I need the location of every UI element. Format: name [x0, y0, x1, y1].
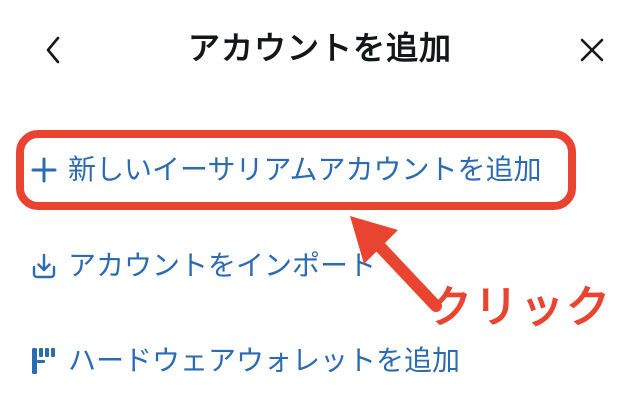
add-account-screen: アカウントを追加 新しいイーサリアムアカウントを追加 アカウントをインポート ハ…	[0, 0, 640, 420]
plus-icon	[31, 157, 57, 183]
add-new-ethereum-account-button[interactable]: 新しいイーサリアムアカウントを追加	[28, 144, 541, 196]
add-hardware-wallet-label: ハードウェアウォレットを追加	[68, 344, 461, 377]
page-title: アカウントを追加	[187, 29, 452, 67]
import-account-label: アカウントをインポート	[68, 249, 377, 282]
download-icon	[32, 253, 56, 279]
add-hardware-wallet-button[interactable]: ハードウェアウォレットを追加	[28, 335, 460, 387]
import-account-button[interactable]: アカウントをインポート	[28, 240, 376, 292]
click-annotation: クリック	[428, 282, 612, 333]
header: アカウントを追加	[0, 0, 640, 100]
hardware-wallet-icon	[32, 348, 55, 374]
add-new-ethereum-account-label: 新しいイーサリアムアカウントを追加	[68, 153, 542, 186]
close-button[interactable]	[572, 30, 612, 70]
close-icon	[580, 38, 604, 62]
